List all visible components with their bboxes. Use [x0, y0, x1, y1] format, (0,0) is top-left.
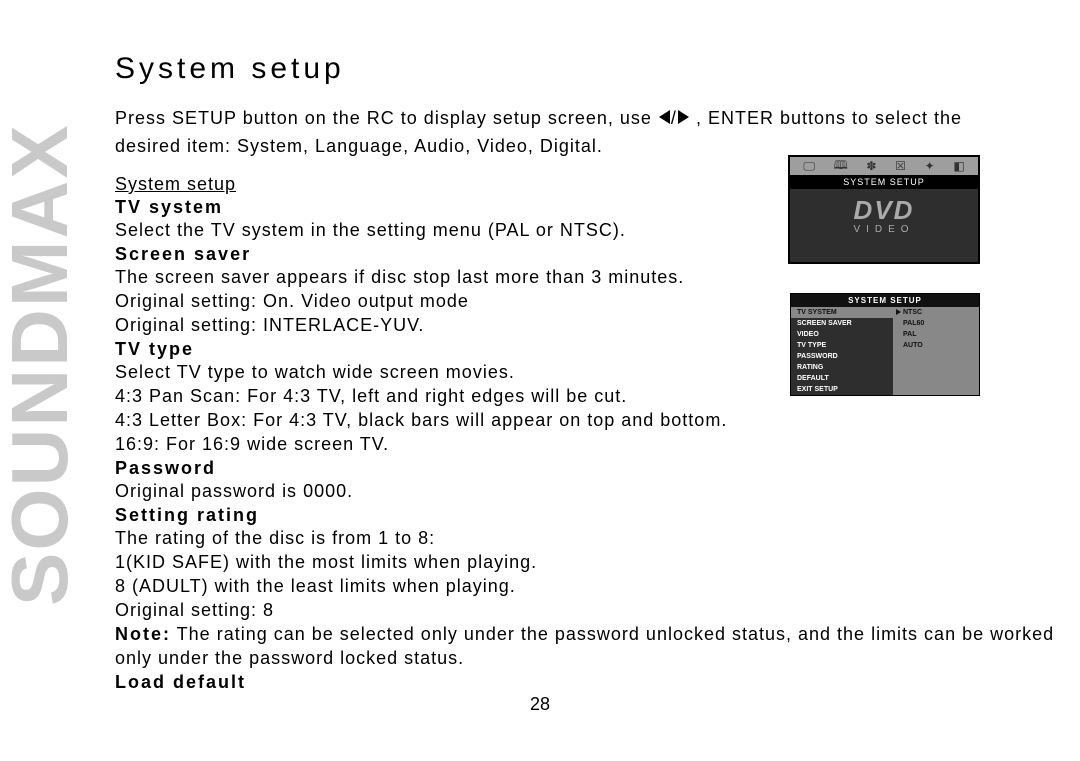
osd1-icon-bar: 🖵 🕮 ✽ ☒ ✦ ◧: [790, 157, 978, 175]
osd2-title: SYSTEM SETUP: [791, 294, 979, 307]
rating-body2: 1(KID SAFE) with the most limits when pl…: [115, 550, 1060, 574]
osd2-row-value: PAL60: [903, 320, 979, 327]
rating-body3: 8 (ADULT) with the least limits when pla…: [115, 574, 1060, 598]
osd-preview-menu: SYSTEM SETUP TV SYSTEM NTSC SCREEN SAVER PA…: [790, 293, 980, 396]
osd2-row-value: NTSC: [903, 309, 979, 316]
osd2-row: EXIT SETUP: [791, 384, 979, 395]
osd-monitor-icon: 🖵: [803, 159, 815, 174]
osd2-row: TV SYSTEM NTSC: [791, 307, 979, 318]
intro-text-1: Press SETUP button on the RC to display …: [115, 108, 658, 128]
rating-body1: The rating of the disc is from 1 to 8:: [115, 526, 1060, 550]
osd2-row: VIDEO PAL: [791, 329, 979, 340]
osd2-row-value: PAL: [903, 331, 979, 338]
osd2-row-label: RATING: [791, 362, 893, 373]
osd1-video-text: VIDEO: [790, 224, 978, 235]
osd2-row-label: TV SYSTEM: [791, 307, 893, 318]
osd2-row-arrow: [893, 309, 903, 317]
osd2-row: TV TYPE AUTO: [791, 340, 979, 351]
osd2-row: SCREEN SAVER PAL60: [791, 318, 979, 329]
left-arrow-icon: [659, 110, 670, 124]
osd2-row-label: DEFAULT: [791, 373, 893, 384]
osd2-row-label: VIDEO: [791, 329, 893, 340]
tv-type-body4: 16:9: For 16:9 wide screen TV.: [115, 432, 1060, 456]
page-title: System setup: [115, 52, 1060, 86]
osd-audio-icon: ✽: [866, 159, 876, 173]
osd2-row: DEFAULT: [791, 373, 979, 384]
page-number: 28: [0, 694, 1080, 715]
rating-body4: Original setting: 8: [115, 598, 1060, 622]
osd2-row-label: EXIT SETUP: [791, 384, 893, 395]
right-arrow-small-icon: [896, 309, 901, 315]
note-line: Note: The rating can be selected only un…: [115, 622, 1060, 670]
osd2-row-label: SCREEN SAVER: [791, 318, 893, 329]
osd2-row-label: TV TYPE: [791, 340, 893, 351]
osd1-title: SYSTEM SETUP: [790, 175, 978, 189]
password-body: Original password is 0000.: [115, 479, 1060, 503]
osd2-row-label: PASSWORD: [791, 351, 893, 362]
osd-lang-icon: 🕮: [834, 156, 848, 177]
screen-saver-body1: The screen saver appears if disc stop la…: [115, 265, 1060, 289]
osd2-rows: TV SYSTEM NTSC SCREEN SAVER PAL60 VIDEO PAL TV…: [791, 307, 979, 395]
osd-video-icon: ☒: [895, 159, 906, 173]
intro-paragraph: Press SETUP button on the RC to display …: [115, 104, 975, 160]
note-label: Note:: [115, 624, 171, 644]
note-body: The rating can be selected only under th…: [115, 624, 1054, 668]
load-default-label: Load default: [115, 672, 1060, 693]
osd2-row: PASSWORD: [791, 351, 979, 362]
password-label: Password: [115, 458, 1060, 479]
tv-type-body3: 4:3 Letter Box: For 4:3 TV, black bars w…: [115, 408, 1060, 432]
osd1-dvd-logo: DVD VIDEO: [790, 189, 978, 235]
osd2-row: RATING: [791, 362, 979, 373]
rating-label: Setting rating: [115, 505, 1060, 526]
right-arrow-icon: [678, 110, 689, 124]
osd-preview-main: 🖵 🕮 ✽ ☒ ✦ ◧ SYSTEM SETUP DVD VIDEO: [788, 155, 980, 264]
brand-vertical-text: SOUNDMAX: [0, 176, 86, 606]
osd-digital-icon: ◧: [953, 159, 964, 173]
osd2-row-value: AUTO: [903, 342, 979, 349]
osd1-dvd-text: DVD: [790, 195, 978, 226]
osd-tool-icon: ✦: [925, 159, 935, 173]
